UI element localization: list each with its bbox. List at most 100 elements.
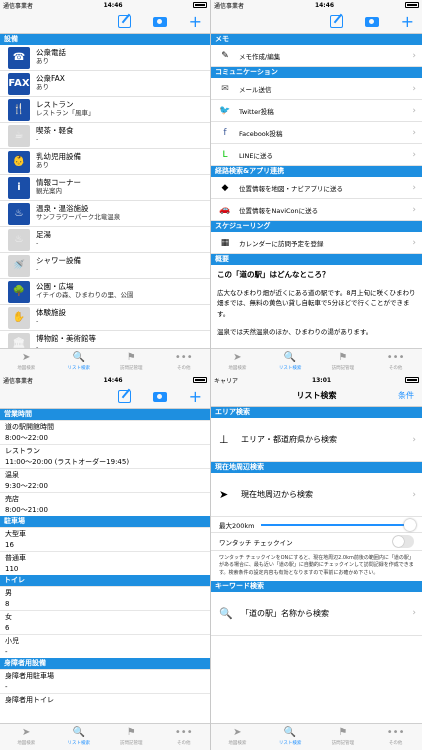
facility-value: - — [36, 239, 39, 248]
more-icon: ••• — [386, 727, 405, 738]
tab-map-arrow[interactable]: ➤ 地図検索 — [211, 724, 264, 750]
more-icon: ••• — [386, 352, 405, 363]
add-icon[interactable]: + — [401, 13, 414, 30]
detail-key: 男 — [0, 586, 210, 599]
tab-map-arrow[interactable]: ➤ 地図検索 — [211, 349, 264, 375]
nearby-search-row[interactable]: ➤ 現在地周辺から検索 › — [211, 473, 422, 517]
row-label: 位置情報を地図・ナビアプリに送る — [239, 184, 343, 193]
memo-edit-label: メモ作成/編集 — [239, 52, 281, 61]
info-icon: i — [8, 176, 30, 199]
tab-flag[interactable]: ⚑ 訪問記管理 — [105, 724, 158, 750]
communication-list: ✉ メール送信 › 🐦 Twitter投稿 › f Facebook投稿 › L LINEに送る › — [211, 78, 422, 166]
share-row[interactable]: L LINEに送る › — [211, 144, 422, 166]
facility-name: 足湯 — [36, 230, 51, 240]
tab-flag[interactable]: ⚑ 訪問記管理 — [317, 349, 370, 375]
camera-icon[interactable] — [152, 391, 167, 402]
status-bar: 通信事業者 14:46 — [0, 375, 210, 385]
tab-more[interactable]: ••• その他 — [369, 724, 422, 750]
facility-row: 🌳 公園・広場 イチイの森、ひまわりの里、公園 — [0, 279, 210, 305]
navigation-bar: + — [0, 385, 210, 409]
detail-key: 身障者用トイレ — [0, 693, 210, 706]
toilet-list: 男 8 女 6 小児 - — [0, 586, 210, 658]
tab-bar: ➤ 地図検索 🔍 リスト検索 ⚑ 訪問記管理 ••• その他 — [211, 723, 422, 750]
tab-search[interactable]: 🔍 リスト検索 — [264, 349, 317, 375]
tab-map-arrow[interactable]: ➤ 地図検索 — [0, 724, 53, 750]
facility-row: 🚿 シャワー設備 - — [0, 253, 210, 279]
route-row[interactable]: 🚗 位置情報をNaviConに送る › — [211, 199, 422, 221]
add-icon[interactable]: + — [189, 13, 202, 30]
facilities-screen: 通信事業者 14:46 + 設備 ☎ 公衆電話 あり FAX 公衆FAX あり 🍴 レストラン… — [0, 0, 211, 375]
tab-search[interactable]: 🔍 リスト検索 — [53, 349, 106, 375]
facility-value: サンフラワーパーク北竜温泉 — [36, 213, 121, 222]
add-icon[interactable]: + — [189, 388, 202, 405]
flag-icon: ⚑ — [126, 727, 136, 738]
share-row[interactable]: ✉ メール送信 › — [211, 78, 422, 100]
row-label: Facebook投稿 — [239, 129, 283, 138]
checkin-label: ワンタッチ チェックイン — [219, 538, 293, 547]
map-arrow-icon: ➤ — [22, 352, 31, 363]
tab-bar: ➤ 地図検索 🔍 リスト検索 ⚑ 訪問記管理 ••• その他 — [0, 723, 210, 750]
line-icon: L — [222, 149, 228, 160]
more-icon: ••• — [174, 727, 193, 738]
fax-icon: FAX — [8, 72, 30, 95]
tab-map-arrow[interactable]: ➤ 地図検索 — [0, 349, 53, 375]
detail-key: 売店 — [0, 492, 210, 505]
memo-edit-row[interactable]: ✎ メモ作成/編集 › — [211, 45, 422, 67]
tab-flag[interactable]: ⚑ 訪問記管理 — [317, 724, 370, 750]
detail-value: 110 — [5, 565, 19, 573]
camera-icon[interactable] — [152, 16, 167, 27]
tab-more[interactable]: ••• その他 — [158, 724, 211, 750]
share-row[interactable]: f Facebook投稿 › — [211, 122, 422, 144]
route-row[interactable]: ◆ 位置情報を地図・ナビアプリに送る › — [211, 177, 422, 199]
radius-slider[interactable] — [260, 518, 417, 531]
battery-icon — [405, 377, 419, 383]
more-icon: ••• — [174, 352, 193, 363]
park-icon: 🌳 — [8, 280, 30, 303]
tab-label: その他 — [388, 741, 403, 746]
tab-label: 訪問記管理 — [331, 366, 355, 371]
facility-name: シャワー設備 — [36, 256, 81, 266]
checkin-toggle[interactable] — [392, 535, 414, 548]
carrier-label: キャリア — [214, 377, 239, 385]
facility-row: ☎ 公衆電話 あり — [0, 45, 210, 71]
section-header-memo: メモ — [211, 34, 422, 45]
tab-search[interactable]: 🔍 リスト検索 — [264, 724, 317, 750]
about-paragraph-2: 温泉では天然温泉のほか、ひまわりの湯があります。 — [217, 328, 373, 337]
detail-key: レストラン — [0, 444, 210, 457]
tab-search[interactable]: 🔍 リスト検索 — [53, 724, 106, 750]
tab-more[interactable]: ••• その他 — [158, 349, 211, 375]
section-header-hours: 営業時間 — [0, 409, 210, 420]
share-row[interactable]: 🐦 Twitter投稿 › — [211, 100, 422, 122]
tab-more[interactable]: ••• その他 — [369, 349, 422, 375]
detail-value: 9:30～22:00 — [5, 482, 48, 490]
row-label: メール送信 — [239, 85, 272, 94]
tab-flag[interactable]: ⚑ 訪問記管理 — [105, 349, 158, 375]
tab-label: リスト検索 — [67, 366, 91, 371]
area-search-row[interactable]: ⊥ エリア・都道府県から検索 › — [211, 418, 422, 462]
row-label: LINEに送る — [239, 151, 274, 160]
pencil-icon: ✎ — [221, 50, 229, 61]
section-header-keyword: キーワード検索 — [211, 580, 422, 592]
keyword-search-row[interactable]: 🔍 「道の駅」名称から検索 › — [211, 592, 422, 636]
location-arrow-icon: ➤ — [219, 488, 229, 501]
status-bar: キャリア 13:01 — [211, 375, 422, 385]
navicon-icon: 🚗 — [219, 204, 231, 215]
phone-icon: ☎ — [8, 46, 30, 69]
facility-value: 観光案内 — [36, 187, 62, 196]
detail-key: 女 — [0, 610, 210, 623]
facility-list: ☎ 公衆電話 あり FAX 公衆FAX あり 🍴 レストラン レストラン「風車」 ☕ 喫茶・軽食 - 👶… — [0, 45, 210, 357]
section-header-route: 経路検索&アプリ連携 — [211, 166, 422, 177]
facility-row: 👶 乳幼児用設備 あり — [0, 149, 210, 175]
tab-label: 地図検索 — [228, 366, 247, 371]
camera-icon[interactable] — [364, 16, 379, 27]
experience-icon: ✋ — [8, 306, 30, 329]
conditions-button[interactable]: 条件 — [398, 390, 414, 401]
compose-icon[interactable] — [117, 390, 131, 403]
compose-icon[interactable] — [329, 15, 343, 28]
compose-icon[interactable] — [117, 15, 131, 28]
calendar-row[interactable]: ▦ カレンダーに訪問予定を登録 › — [211, 232, 422, 254]
navigation-bar: リスト検索 条件 — [211, 385, 422, 407]
map-arrow-icon: ➤ — [233, 352, 242, 363]
section-header-toilet: トイレ — [0, 575, 210, 586]
mail-icon: ✉ — [221, 83, 229, 94]
